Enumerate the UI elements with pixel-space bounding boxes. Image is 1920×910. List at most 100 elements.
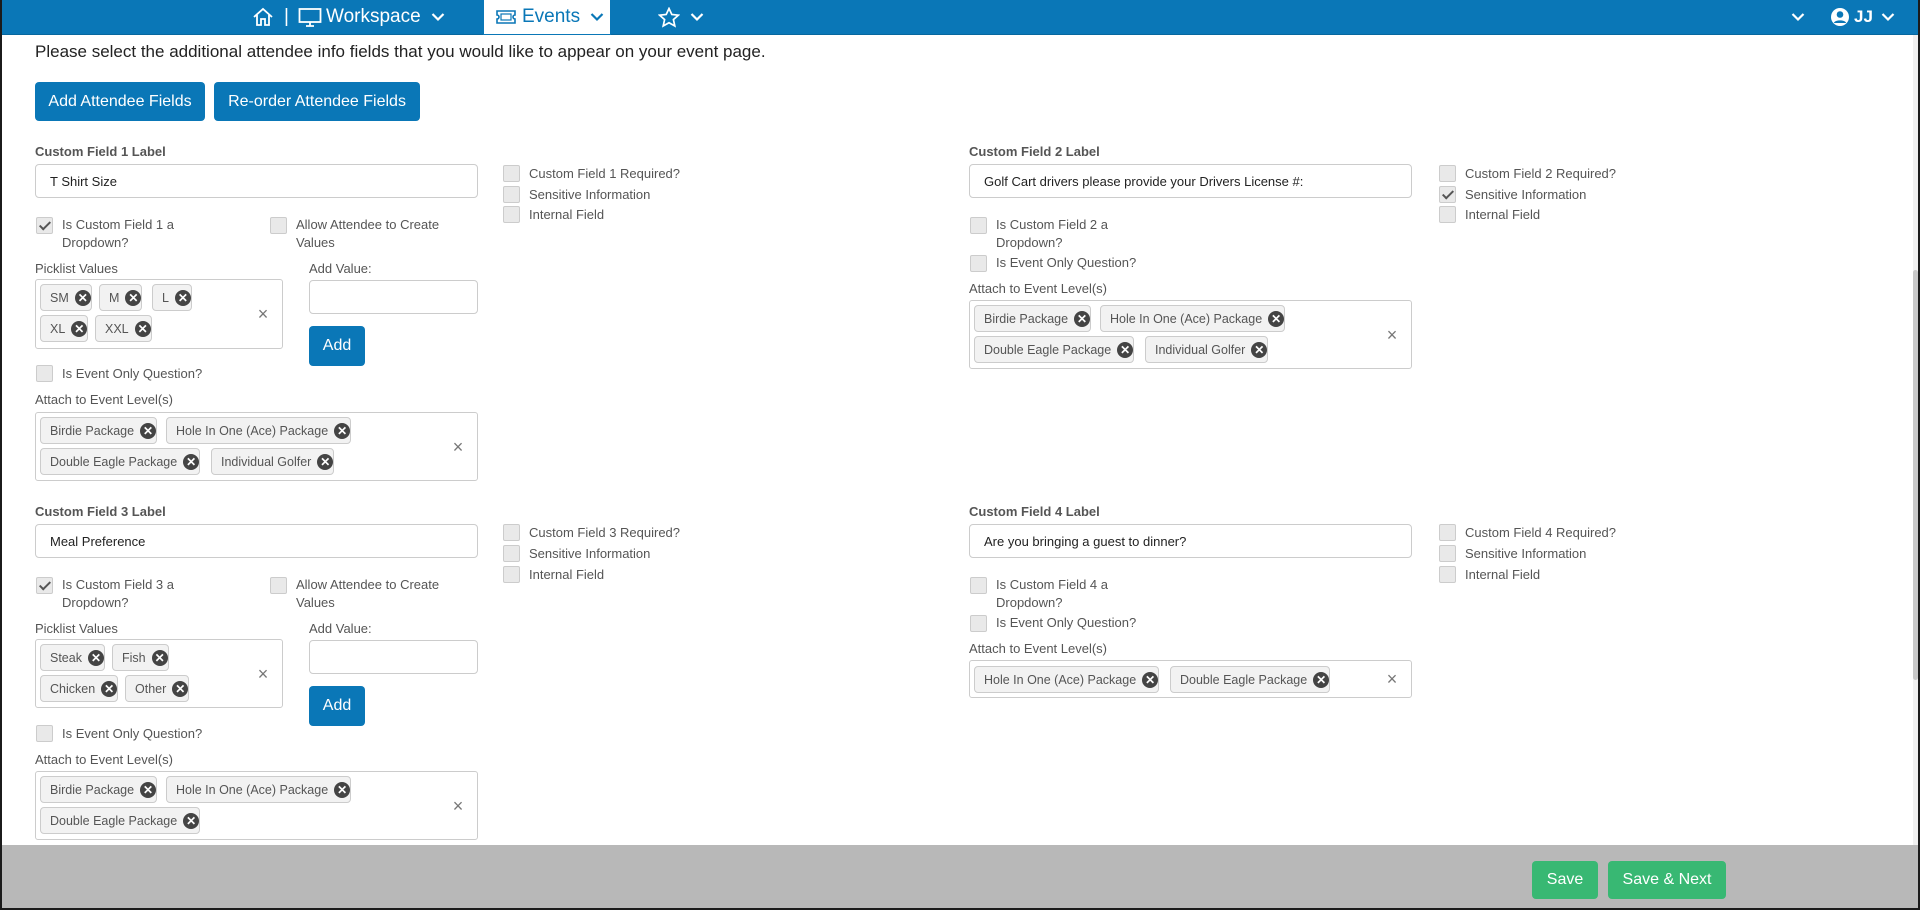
remove-icon[interactable]: ✕ — [101, 680, 118, 697]
custom-field-2-input[interactable]: Golf Cart drivers please provide your Dr… — [969, 164, 1412, 198]
scrollbar-thumb[interactable] — [1913, 270, 1918, 680]
internal-checkbox[interactable] — [503, 566, 520, 583]
field-label-title: Custom Field 4 Label — [969, 504, 1100, 519]
internal-label: Internal Field — [529, 207, 605, 222]
event-only-checkbox[interactable] — [970, 255, 987, 272]
tag-label: Hole In One (Ace) Package — [984, 672, 1137, 687]
dropdown-checkbox[interactable] — [970, 217, 987, 234]
tag-label: Hole In One (Ace) Package — [176, 782, 329, 797]
dropdown-checkbox[interactable] — [970, 577, 987, 594]
event-levels-box[interactable]: Birdie Package ✕ Hole In One (Ace) Packag… — [969, 300, 1412, 369]
sensitive-checkbox[interactable] — [503, 545, 520, 562]
remove-icon[interactable]: ✕ — [1268, 310, 1285, 327]
remove-icon[interactable]: ✕ — [140, 781, 157, 798]
tag-label: Chicken — [50, 681, 96, 696]
page-scrollbar[interactable] — [1913, 35, 1918, 845]
remove-icon[interactable]: ✕ — [183, 453, 200, 470]
sensitive-checkbox[interactable] — [1439, 545, 1456, 562]
nav-more-dropdown[interactable] — [1791, 0, 1805, 34]
remove-icon[interactable]: ✕ — [87, 649, 104, 666]
workspace-menu[interactable]: Workspace — [298, 0, 445, 34]
add-value-input[interactable] — [309, 640, 478, 674]
internal-checkbox[interactable] — [503, 206, 520, 223]
dropdown-label: Is Custom Field 1 a Dropdown? — [62, 217, 174, 250]
event-only-checkbox[interactable] — [36, 365, 53, 382]
chevron-down-icon — [690, 13, 704, 22]
remove-icon[interactable]: ✕ — [183, 812, 200, 829]
allow-create-checkbox[interactable] — [270, 577, 287, 594]
required-checkbox[interactable] — [503, 165, 520, 182]
event-levels-box[interactable]: Birdie Package ✕ Hole In One (Ace) Packag… — [35, 412, 478, 481]
attach-levels-label: Attach to Event Level(s) — [35, 392, 174, 407]
add-button[interactable]: Add — [309, 686, 365, 726]
remove-icon[interactable]: ✕ — [1074, 310, 1091, 327]
remove-icon[interactable]: ✕ — [174, 289, 191, 306]
chevron-down-icon — [431, 13, 444, 22]
custom-field-3-input[interactable]: Meal Preference — [35, 524, 478, 558]
tag-label: XXL — [105, 321, 129, 336]
remove-icon[interactable]: ✕ — [151, 649, 168, 666]
level-tag: Hole In One (Ace) Package ✕ — [166, 776, 352, 803]
picklist-tag: Chicken ✕ — [40, 675, 119, 702]
required-label: Custom Field 3 Required? — [529, 525, 681, 540]
allow-create-label: Allow Attendee to Create Values — [296, 217, 440, 250]
reorder-attendee-fields-button[interactable]: Re-order Attendee Fields — [214, 82, 420, 121]
add-attendee-fields-button[interactable]: Add Attendee Fields — [35, 82, 205, 121]
save-button[interactable]: Save — [1532, 861, 1598, 899]
internal-checkbox[interactable] — [1439, 206, 1456, 223]
internal-checkbox[interactable] — [1439, 566, 1456, 583]
tag-label: L — [162, 290, 169, 305]
dropdown-checkbox[interactable] — [36, 577, 53, 594]
remove-icon[interactable]: ✕ — [1142, 671, 1159, 688]
allow-create-label: Allow Attendee to Create Values — [296, 577, 440, 610]
dropdown-checkbox[interactable] — [36, 217, 53, 234]
remove-icon[interactable]: ✕ — [334, 781, 351, 798]
event-only-checkbox[interactable] — [970, 615, 987, 632]
add-value-input[interactable] — [309, 280, 478, 314]
remove-icon[interactable]: ✕ — [134, 320, 151, 337]
remove-icon[interactable]: ✕ — [1251, 341, 1268, 358]
event-only-checkbox[interactable] — [36, 725, 53, 742]
clear-icon[interactable]: × — [256, 665, 270, 683]
home-icon[interactable] — [252, 0, 274, 34]
remove-icon[interactable]: ✕ — [172, 680, 189, 697]
sensitive-label: Sensitive Information — [529, 546, 651, 561]
user-menu[interactable]: JJ — [1830, 0, 1895, 34]
remove-icon[interactable]: ✕ — [334, 422, 351, 439]
clear-icon[interactable]: × — [451, 438, 465, 456]
remove-icon[interactable]: ✕ — [74, 289, 91, 306]
remove-icon[interactable]: ✕ — [317, 453, 334, 470]
add-value-label: Add Value: — [309, 621, 372, 636]
chevron-down-icon — [590, 13, 604, 22]
remove-icon[interactable]: ✕ — [1313, 671, 1330, 688]
custom-field-4-input[interactable]: Are you bringing a guest to dinner? — [969, 524, 1412, 558]
picklist-box[interactable]: Steak ✕ Fish ✕ Chicken ✕ Other ✕ × — [35, 639, 283, 708]
required-checkbox[interactable] — [1439, 524, 1456, 541]
tag-label: Double Eagle Package — [50, 454, 178, 469]
top-nav: | Workspace Events JJ — [2, 0, 1918, 35]
clear-icon[interactable]: × — [451, 797, 465, 815]
sensitive-checkbox[interactable] — [503, 186, 520, 203]
clear-icon[interactable]: × — [1385, 670, 1399, 688]
required-checkbox[interactable] — [1439, 165, 1456, 182]
picklist-box[interactable]: SM ✕ M ✕ L ✕ XL ✕ XXL ✕ × — [35, 279, 283, 349]
tab-events[interactable]: Events — [483, 0, 611, 35]
sensitive-label: Sensitive Information — [1465, 187, 1587, 202]
event-only-label: Is Event Only Question? — [62, 726, 203, 741]
remove-icon[interactable]: ✕ — [140, 422, 157, 439]
remove-icon[interactable]: ✕ — [71, 320, 88, 337]
favorites-menu[interactable] — [658, 0, 704, 34]
sensitive-checkbox[interactable] — [1439, 186, 1456, 203]
clear-icon[interactable]: × — [256, 305, 270, 323]
required-checkbox[interactable] — [503, 524, 520, 541]
allow-create-checkbox[interactable] — [270, 217, 287, 234]
remove-icon[interactable]: ✕ — [1117, 341, 1134, 358]
clear-icon[interactable]: × — [1385, 326, 1399, 344]
chevron-down-icon — [1881, 13, 1895, 22]
add-button[interactable]: Add — [309, 326, 365, 366]
custom-field-1-input[interactable]: T Shirt Size — [35, 164, 478, 198]
save-next-button[interactable]: Save & Next — [1608, 861, 1726, 899]
remove-icon[interactable]: ✕ — [125, 289, 142, 306]
event-levels-box[interactable]: Birdie Package ✕ Hole In One (Ace) Packag… — [35, 771, 478, 840]
event-levels-box[interactable]: Hole In One (Ace) Package ✕ Double Eagle … — [969, 660, 1412, 698]
